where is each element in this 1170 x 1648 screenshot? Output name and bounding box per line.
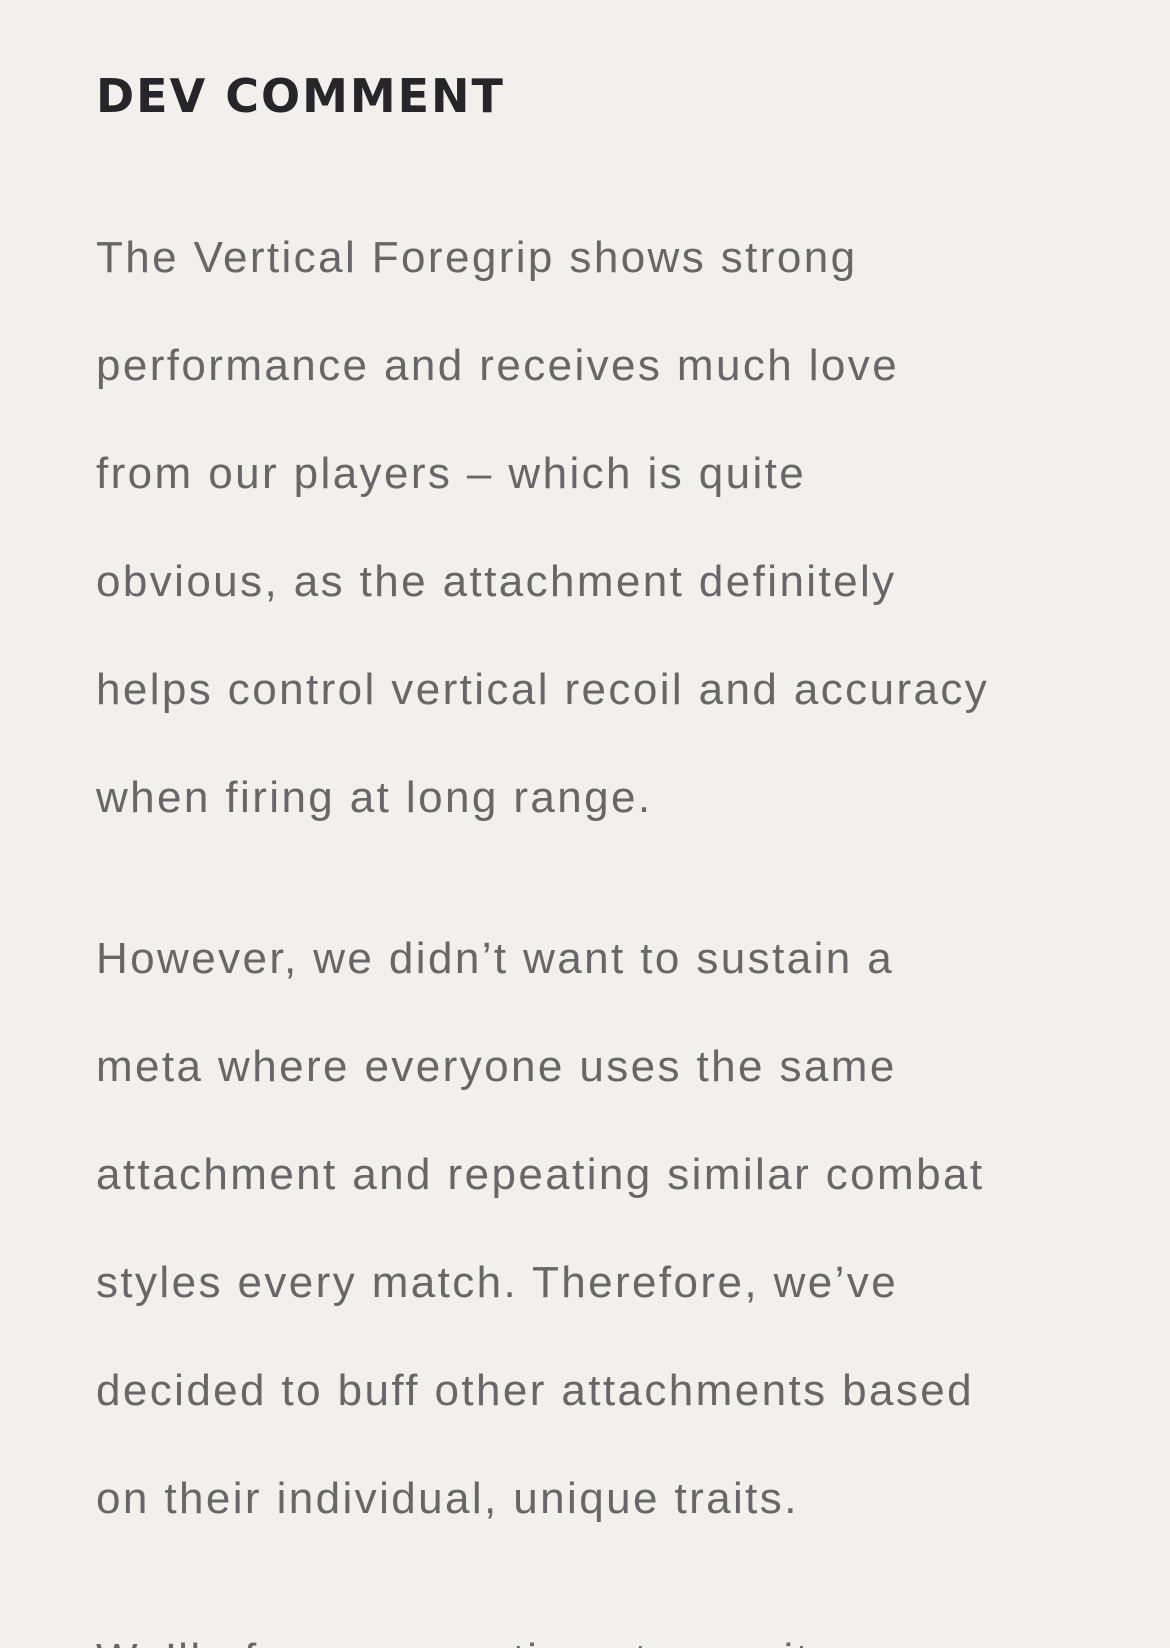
paragraph-line: However, we didn’t want to sustain a — [96, 934, 895, 983]
paragraph-line: from our players – which is quite — [96, 449, 807, 498]
paragraph-line: performance and receives much love — [96, 341, 900, 390]
paragraph-line: The Vertical Foregrip shows strong — [96, 233, 858, 282]
paragraph-line: styles every match. Therefore, we’ve — [96, 1258, 899, 1307]
paragraph-line: We’ll of course continue to monitor — [96, 1632, 854, 1648]
paragraph-line: attachment and repeating similar combat — [96, 1150, 985, 1199]
paragraph-line: on their individual, unique traits. — [96, 1474, 799, 1523]
paragraph-line: obvious, as the attachment definitely — [96, 557, 897, 606]
paragraph-line: when firing at long range. — [96, 773, 653, 822]
paragraph-line: decided to buff other attachments based — [96, 1366, 974, 1415]
paragraph-line: helps control vertical recoil and accura… — [96, 665, 990, 714]
dev-comment-page: DEV COMMENT The Vertical Foregrip shows … — [0, 0, 1170, 1648]
dev-comment-heading: DEV COMMENT — [96, 69, 505, 123]
paragraph-line: meta where everyone uses the same — [96, 1042, 897, 1091]
